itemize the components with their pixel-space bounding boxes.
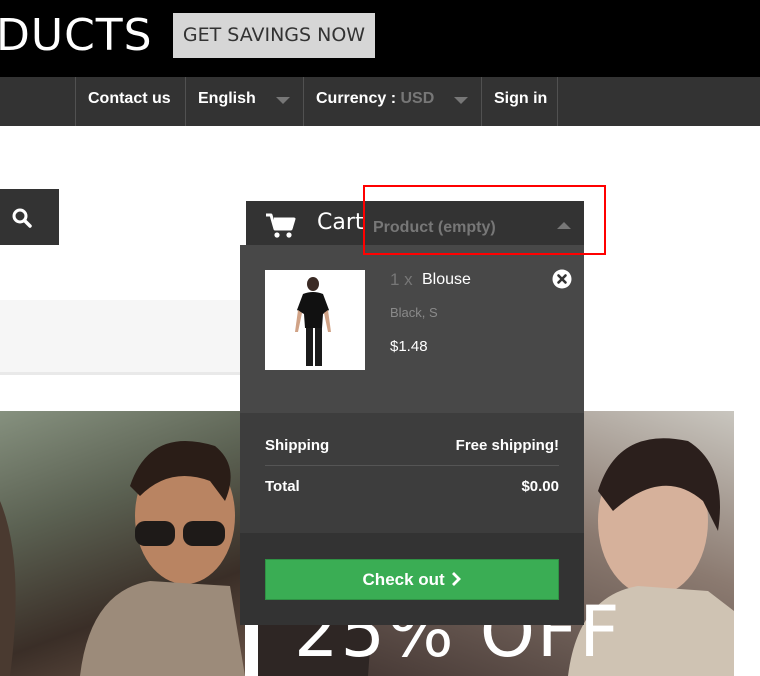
currency-label: Currency : (316, 90, 397, 107)
cart-icon (266, 213, 296, 238)
cart-totals: Shipping Free shipping! Total $0.00 (240, 413, 584, 533)
total-label: Total (265, 478, 300, 495)
nav-bar: Contact us English Currency : USD Sign i… (0, 77, 760, 126)
shop-logo[interactable]: DUCTS (0, 9, 153, 63)
banner-image-left[interactable] (0, 411, 245, 676)
chevron-down-icon (276, 97, 290, 104)
sign-in-link[interactable]: Sign in (481, 77, 558, 126)
blouse-thumbnail (295, 277, 331, 366)
checkout-label: Check out (362, 570, 445, 589)
product-image[interactable] (265, 270, 365, 370)
search-icon (12, 208, 32, 228)
currency-value: USD (400, 90, 435, 107)
product-attributes: Black, S (390, 305, 438, 320)
totals-divider (265, 465, 559, 466)
language-label: English (198, 90, 256, 107)
cart-dropdown: 1 x Blouse Black, S $1.48 Shipping Free … (240, 245, 584, 625)
shipping-row: Shipping Free shipping! (265, 437, 559, 454)
product-name-link[interactable]: Blouse (422, 271, 471, 289)
model-photo (0, 441, 245, 676)
total-value: $0.00 (521, 478, 559, 495)
contact-us-label: Contact us (88, 90, 171, 107)
get-savings-button[interactable]: GET SAVINGS NOW (173, 13, 375, 58)
shipping-value: Free shipping! (455, 437, 559, 454)
cart-label: Cart (317, 210, 364, 235)
checkout-button[interactable]: Check out (265, 559, 559, 600)
chevron-down-icon (454, 97, 468, 104)
search-button[interactable] (0, 189, 59, 245)
top-header: DUCTS GET SAVINGS NOW (0, 0, 760, 77)
content-band (0, 300, 240, 372)
shipping-label: Shipping (265, 437, 330, 454)
highlight-box (363, 185, 606, 255)
nav-divider (557, 77, 558, 126)
total-row: Total $0.00 (265, 478, 559, 495)
language-selector[interactable]: English (185, 77, 303, 126)
chevron-right-icon (452, 572, 462, 586)
remove-icon[interactable] (552, 269, 572, 289)
product-quantity: 1 x (390, 270, 413, 289)
sign-in-label: Sign in (494, 90, 548, 107)
cart-footer: Check out (240, 533, 584, 625)
contact-us-link[interactable]: Contact us (75, 77, 186, 126)
band-divider (0, 372, 240, 375)
currency-selector[interactable]: Currency : USD (303, 77, 481, 126)
product-price: $1.48 (390, 338, 428, 355)
